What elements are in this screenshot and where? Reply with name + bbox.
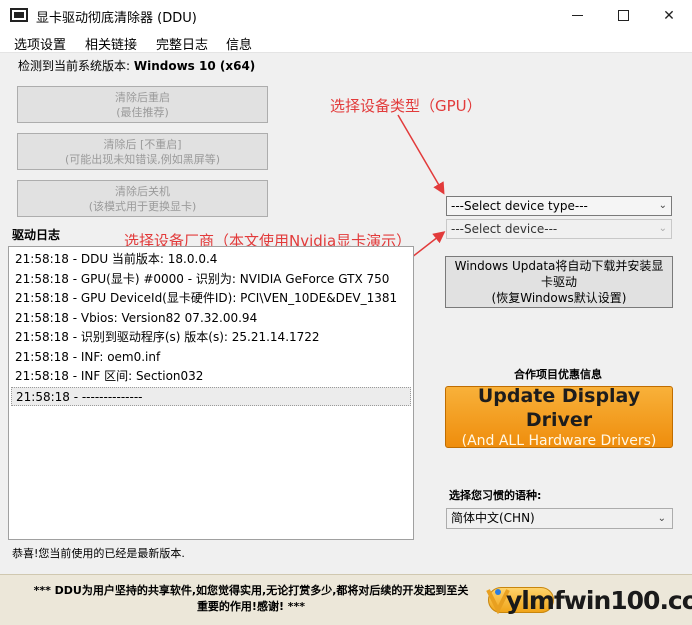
chevron-down-icon: ⌄ (657, 513, 666, 524)
language-label: 选择您习惯的语种: (449, 489, 542, 502)
menu-links[interactable]: 相关链接 (85, 34, 137, 53)
clean-restart-label: 清除后重启 (115, 90, 170, 104)
windows-update-line2: 卡驱动 (540, 275, 577, 289)
clean-restart-button[interactable]: 清除后重启 (最佳推荐) (17, 86, 268, 123)
log-row: 21:58:18 - GPU(显卡) #0000 - 识别为: NVIDIA G… (15, 271, 390, 286)
arrow-to-device-type (397, 114, 445, 195)
clean-no-restart-button[interactable]: 清除后 [不重启] (可能出现未知错误,例如黑屏等) (17, 133, 268, 170)
windows-update-button[interactable]: Windows Updata将自动下载并安装显 卡驱动 (恢复Windows默认… (445, 256, 673, 308)
title-bar: 显卡驱动彻底清除器 (DDU) ✕ (0, 0, 692, 31)
log-list[interactable]: 21:58:18 - DDU 当前版本: 18.0.0.4 21:58:18 -… (8, 246, 414, 540)
window-title: 显卡驱动彻底清除器 (DDU) (36, 11, 197, 26)
detected-os-label: 检测到当前系统版本: (18, 59, 134, 73)
minimize-button[interactable] (554, 0, 600, 31)
minimize-icon (571, 15, 583, 16)
log-row: 21:58:18 - Vbios: Version82 07.32.00.94 (15, 310, 258, 325)
footer-text: *** DDU为用户坚持的共享软件,如您觉得实用,无论打赏多少,都将对后续的开发… (16, 583, 486, 615)
log-row-selected: 21:58:18 - -------------- (11, 386, 411, 406)
clean-shutdown-button[interactable]: 清除后关机 (该模式用于更换显卡) (17, 180, 268, 217)
menu-bar: 选项设置 相关链接 完整日志 信息 (0, 31, 692, 53)
watermark: ylmfwin100.com (506, 586, 692, 615)
detected-os: 检测到当前系统版本: Windows 10 (x64) (18, 57, 255, 74)
windows-update-line3: (恢复Windows默认设置) (491, 291, 627, 305)
partner-label: 合作项目优惠信息 (514, 368, 602, 381)
device-select[interactable]: ---Select device--- ⌄ (446, 219, 672, 239)
log-row: 21:58:18 - INF: oem0.inf (15, 349, 161, 364)
menu-full-log[interactable]: 完整日志 (156, 34, 208, 53)
status-text: 恭喜!您当前使用的已经是最新版本. (12, 547, 185, 560)
chevron-down-icon: ⌄ (658, 200, 667, 211)
clean-shutdown-label: 清除后关机 (115, 184, 170, 198)
clean-shutdown-note: (该模式用于更换显卡) (88, 199, 197, 213)
clean-restart-note: (最佳推荐) (116, 105, 169, 119)
footer-line1: *** DDU为用户坚持的共享软件,如您觉得实用,无论打赏多少,都将对后续的开发… (33, 584, 469, 597)
language-value: 简体中文(CHN) (451, 511, 535, 525)
detected-os-value: Windows 10 (x64) (133, 59, 256, 73)
close-button[interactable]: ✕ (646, 0, 692, 31)
close-icon: ✕ (663, 7, 675, 24)
maximize-icon (617, 10, 629, 21)
log-label: 驱动日志 (12, 228, 61, 242)
device-type-value: ---Select device type--- (451, 199, 588, 213)
update-display-driver-button[interactable]: Update Display Driver (And ALL Hardware … (445, 385, 673, 449)
gpu-card-icon (10, 8, 28, 22)
footer-line2: 重要的作用!感谢! *** (196, 600, 306, 613)
maximize-button[interactable] (600, 0, 646, 31)
annotation-device-type: 选择设备类型（GPU） (330, 97, 482, 115)
update-driver-title: Update Display Driver (477, 385, 641, 431)
device-value: ---Select device--- (451, 222, 558, 236)
device-type-select[interactable]: ---Select device type--- ⌄ (446, 196, 672, 216)
windows-update-line1: Windows Updata将自动下载并安装显 (454, 259, 664, 273)
log-row: 21:58:18 - INF 区间: Section032 (15, 369, 204, 383)
log-row: 21:58:18 - 识别到驱动程序(s) 版本(s): 25.21.14.17… (15, 330, 320, 344)
language-select[interactable]: 简体中文(CHN) ⌄ (446, 508, 673, 529)
log-row: 21:58:18 - DDU 当前版本: 18.0.0.4 (15, 252, 218, 266)
menu-options[interactable]: 选项设置 (14, 34, 66, 53)
log-row: 21:58:18 - GPU DeviceId(显卡硬件ID): PCI\VEN… (15, 291, 398, 305)
menu-info[interactable]: 信息 (226, 34, 252, 53)
clean-no-restart-label: 清除后 [不重启] (103, 137, 182, 151)
update-driver-subtitle: (And ALL Hardware Drivers) (461, 433, 657, 449)
chevron-down-icon: ⌄ (658, 223, 667, 234)
clean-no-restart-note: (可能出现未知错误,例如黑屏等) (64, 152, 221, 166)
